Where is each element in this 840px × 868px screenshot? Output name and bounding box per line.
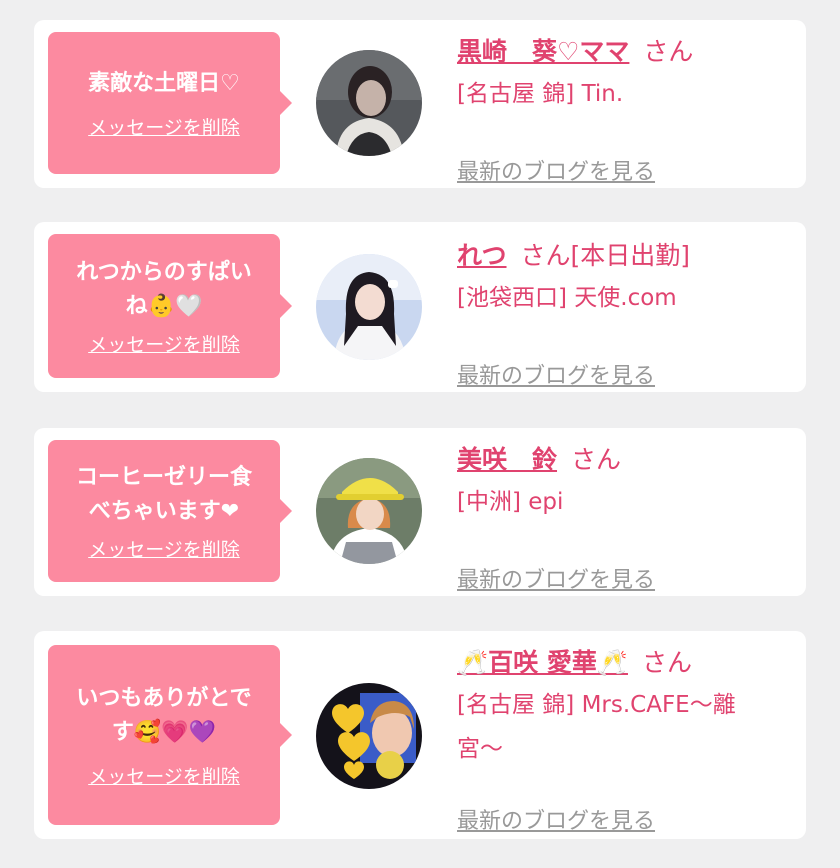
delete-message-link[interactable]: メッセージを削除 [88, 762, 240, 789]
message-line: れつからのすぱい [76, 259, 252, 285]
sender-info: れつ さん[本日出勤] [池袋西口] 天使.com 最新のブログを見る [457, 238, 794, 389]
sender-name-link[interactable]: れつ [457, 241, 507, 270]
avatar[interactable] [316, 458, 422, 564]
shop-info: [名古屋 錦] Tin. [457, 72, 794, 116]
avatar-photo [316, 254, 422, 360]
latest-blog-link[interactable]: 最新のブログを見る [457, 562, 655, 594]
message-line: す🥰💗💜 [111, 719, 217, 745]
shop-line: [名古屋 錦] Mrs.CAFE〜離 [457, 692, 736, 718]
delete-message-link[interactable]: メッセージを削除 [88, 535, 240, 562]
message-bubble: コーヒーゼリー食 べちゃいます❤ メッセージを削除 [48, 440, 292, 582]
sender-info: 美咲 鈴さん [中洲] epi 最新のブログを見る [457, 442, 794, 593]
name-suffix: さん [571, 445, 622, 474]
message-text: コーヒーゼリー食 べちゃいます❤ [76, 461, 252, 529]
shop-info: [名古屋 錦] Mrs.CAFE〜離 宮〜 [457, 683, 794, 771]
name-suffix: さん[本日出勤] [520, 241, 691, 270]
sender-name-link[interactable]: 美咲 鈴 [457, 445, 557, 474]
latest-blog-link[interactable]: 最新のブログを見る [457, 803, 655, 835]
latest-blog-link[interactable]: 最新のブログを見る [457, 154, 655, 186]
sender-info: 🥂百咲 愛華🥂 さん [名古屋 錦] Mrs.CAFE〜離 宮〜 最新のブログを見… [457, 645, 794, 834]
latest-blog-link[interactable]: 最新のブログを見る [457, 358, 655, 390]
avatar-photo [316, 683, 422, 789]
avatar-photo [316, 458, 422, 564]
shop-info: [池袋西口] 天使.com [457, 276, 794, 320]
name-suffix: さん [643, 37, 694, 66]
message-bubble: いつもありがとで す🥰💗💜 メッセージを削除 [48, 645, 292, 825]
message-text: 素敵な土曜日♡ [88, 67, 240, 101]
message-card: れつからのすぱい ね👶🤍 メッセージを削除 れつ さん[本日出勤] [池袋西口] … [34, 222, 806, 392]
name-line: れつ さん[本日出勤] [457, 238, 794, 274]
shop-line: [名古屋 錦] Tin. [457, 81, 624, 107]
message-bubble: 素敵な土曜日♡ メッセージを削除 [48, 32, 292, 174]
delete-message-link[interactable]: メッセージを削除 [88, 113, 240, 140]
avatar-photo [316, 50, 422, 156]
avatar[interactable] [316, 254, 422, 360]
name-line: 🥂百咲 愛華🥂 さん [457, 645, 794, 681]
delete-message-link[interactable]: メッセージを削除 [88, 330, 240, 357]
shop-line: [池袋西口] 天使.com [457, 285, 677, 311]
name-suffix: さん [641, 648, 692, 677]
message-line: いつもありがとで [76, 685, 252, 711]
name-line: 美咲 鈴さん [457, 442, 794, 478]
sender-name-link[interactable]: 🥂百咲 愛華🥂 [457, 648, 628, 677]
message-card: コーヒーゼリー食 べちゃいます❤ メッセージを削除 美咲 鈴さん [中洲] ep… [34, 428, 806, 596]
shop-line: 宮〜 [457, 736, 503, 762]
message-card: いつもありがとで す🥰💗💜 メッセージを削除 🥂百咲 愛華🥂 さん [名古屋 錦]… [34, 631, 806, 839]
message-line: ね👶🤍 [125, 293, 203, 319]
message-text: れつからのすぱい ね👶🤍 [76, 256, 252, 324]
message-line: 素敵な土曜日♡ [88, 70, 240, 96]
avatar[interactable] [316, 50, 422, 156]
shop-line: [中洲] epi [457, 489, 564, 515]
message-line: べちゃいます❤ [88, 498, 240, 524]
message-text: いつもありがとで す🥰💗💜 [76, 682, 251, 750]
avatar[interactable] [316, 683, 422, 789]
sender-name-link[interactable]: 黒崎 葵♡ママ [457, 37, 629, 66]
message-line: コーヒーゼリー食 [75, 464, 252, 490]
message-bubble: れつからのすぱい ね👶🤍 メッセージを削除 [48, 234, 292, 378]
message-card: 素敵な土曜日♡ メッセージを削除 黒崎 葵♡ママ さん [名古屋 錦] Tin. … [34, 20, 806, 188]
sender-info: 黒崎 葵♡ママ さん [名古屋 錦] Tin. 最新のブログを見る [457, 34, 794, 185]
name-line: 黒崎 葵♡ママ さん [457, 34, 794, 70]
shop-info: [中洲] epi [457, 480, 794, 524]
